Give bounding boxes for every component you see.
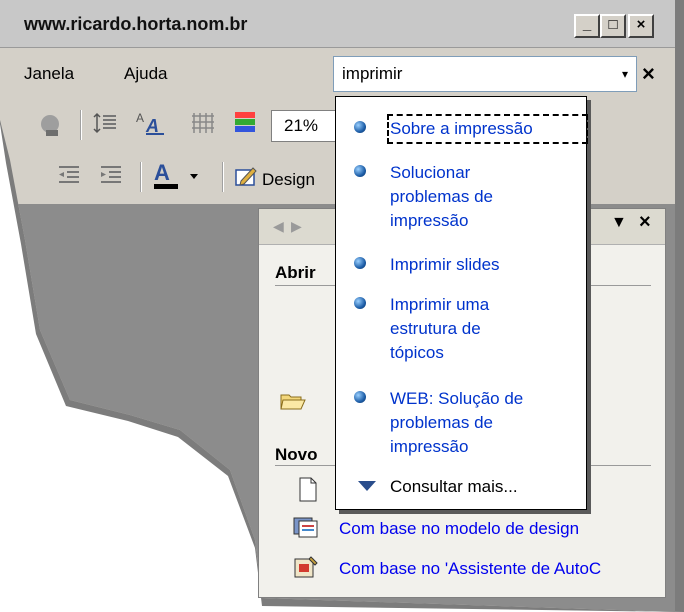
increase-indent-icon[interactable] (98, 162, 124, 196)
link-autocontent-wizard[interactable]: Com base no 'Assistente de AutoC (339, 559, 601, 579)
dropdown-item-label[interactable]: Imprimir uma estrutura de tópicos (390, 293, 520, 365)
ask-results-dropdown: Sobre a impressão Solucionar problemas d… (335, 96, 588, 510)
design-template-icon[interactable] (293, 515, 319, 545)
minimize-button[interactable]: _ (574, 14, 600, 38)
menu-janela[interactable]: Janela (24, 64, 74, 84)
zoom-select[interactable]: 21% (271, 110, 341, 142)
blank-document-icon[interactable] (297, 477, 319, 509)
chevron-down-icon (358, 481, 376, 491)
globe-icon[interactable] (38, 112, 64, 144)
svg-text:A: A (154, 160, 170, 185)
font-color-icon[interactable]: A (152, 160, 202, 198)
autocontent-wizard-icon[interactable] (293, 555, 319, 587)
font-size-icon[interactable]: AA (136, 110, 168, 142)
folder-open-icon[interactable] (279, 389, 307, 419)
dropdown-item-label[interactable]: Sobre a impressão (387, 114, 588, 144)
ask-question-input[interactable]: imprimir (342, 64, 402, 84)
help-topic-icon (354, 121, 366, 133)
svg-text:A: A (136, 111, 144, 125)
dropdown-item-label[interactable]: Solucionar problemas de impressão (390, 161, 530, 233)
forward-arrow-icon[interactable]: ▶ (291, 218, 302, 235)
close-icon[interactable]: × (642, 61, 655, 87)
decrease-indent-icon[interactable] (56, 162, 82, 196)
ask-question-box[interactable]: imprimir ▾ (333, 56, 637, 92)
chevron-down-icon[interactable]: ▼ (611, 214, 627, 232)
consult-more-label[interactable]: Consultar mais... (390, 477, 518, 497)
section-open-heading: Abrir (275, 263, 316, 282)
window-title: www.ricardo.horta.nom.br (24, 14, 248, 34)
help-topic-icon (354, 257, 366, 269)
dropdown-item-label[interactable]: Imprimir slides (390, 253, 585, 277)
dropdown-item-label[interactable]: WEB: Solução de problemas de impressão (390, 387, 565, 459)
grid-icon[interactable] (190, 110, 216, 142)
toolbar-separator (222, 162, 224, 192)
menu-ajuda[interactable]: Ajuda (124, 64, 167, 84)
toolbar-separator (80, 110, 82, 140)
link-design-template[interactable]: Com base no modelo de design (339, 519, 579, 539)
help-topic-icon (354, 165, 366, 177)
title-bar: www.ricardo.horta.nom.br _ □ × (0, 0, 675, 48)
close-button[interactable]: × (628, 14, 654, 38)
section-new-heading: Novo (275, 445, 318, 464)
maximize-button[interactable]: □ (600, 14, 626, 38)
toolbar-separator (140, 162, 142, 192)
color-scheme-icon[interactable] (232, 110, 258, 144)
line-spacing-icon[interactable] (92, 110, 118, 142)
back-arrow-icon[interactable]: ◀ (273, 218, 284, 235)
help-topic-icon (354, 297, 366, 309)
design-icon[interactable] (234, 164, 258, 194)
close-icon[interactable]: × (639, 211, 651, 234)
chevron-down-icon[interactable]: ▾ (622, 67, 628, 81)
help-topic-icon (354, 391, 366, 403)
design-button[interactable]: Design (262, 170, 315, 190)
